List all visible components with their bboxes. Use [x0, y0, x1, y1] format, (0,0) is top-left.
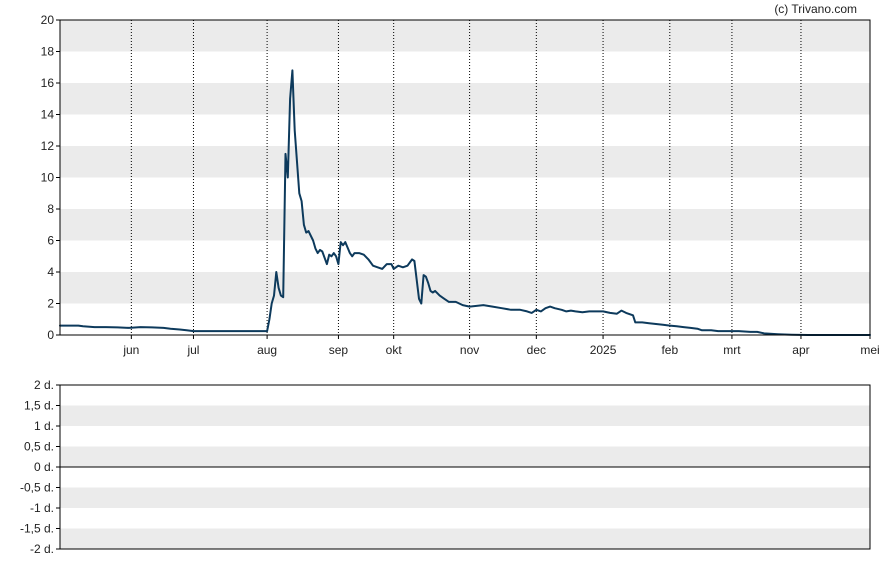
price-band: [60, 83, 870, 115]
y-tick-label: 0 d.: [34, 460, 54, 474]
price-chart-x-axis: jun jul aug sep okt nov dec 2025 feb mrt apr mei: [122, 335, 880, 357]
indicator-chart-y-axis: 2 d. 1,5 d. 1 d. 0,5 d. 0 d. -0,5 d. -1 d. -1,5…: [20, 378, 60, 556]
y-tick-label: 2: [47, 297, 54, 311]
x-tick-label: jul: [186, 343, 199, 357]
y-tick-label: 14: [41, 108, 55, 122]
x-tick-label: dec: [527, 343, 546, 357]
y-tick-label: 8: [47, 202, 54, 216]
x-tick-label: jun: [122, 343, 139, 357]
indicator-band: [60, 446, 870, 467]
price-band: [60, 20, 870, 52]
price-band: [60, 146, 870, 178]
y-tick-label: 1,5 d.: [24, 399, 54, 413]
copyright-text: (c) Trivano.com: [774, 2, 857, 16]
x-tick-label: aug: [257, 343, 277, 357]
y-tick-label: -1 d.: [30, 501, 54, 515]
indicator-band: [60, 487, 870, 508]
y-tick-label: -1,5 d.: [20, 522, 54, 536]
price-band: [60, 209, 870, 241]
x-tick-label: mei: [860, 343, 879, 357]
indicator-chart: 2 d. 1,5 d. 1 d. 0,5 d. 0 d. -0,5 d. -1 d. -1,5…: [20, 378, 871, 556]
x-tick-label: feb: [661, 343, 678, 357]
y-tick-label: 0: [47, 328, 54, 342]
y-tick-label: 6: [47, 234, 54, 248]
y-tick-label: 10: [41, 171, 55, 185]
y-tick-label: -2 d.: [30, 542, 54, 556]
indicator-band: [60, 528, 870, 549]
price-chart-y-axis: 0 2 4 6 8 10 12 14 16 18 20: [41, 13, 60, 342]
x-tick-label: mrt: [723, 343, 741, 357]
indicator-chart-bands: [60, 405, 870, 549]
x-tick-label: okt: [386, 343, 403, 357]
x-tick-label: sep: [329, 343, 349, 357]
price-band: [60, 272, 870, 304]
y-tick-label: -0,5 d.: [20, 481, 54, 495]
y-tick-label: 20: [41, 13, 55, 27]
price-chart-bands: [60, 20, 870, 304]
price-chart: 0 2 4 6 8 10 12 14 16 18 20 jun jul aug sep okt nov dec 2…: [41, 13, 880, 357]
chart: 0 2 4 6 8 10 12 14 16 18 20 jun jul aug sep okt nov dec 2…: [20, 2, 880, 556]
y-tick-label: 12: [41, 139, 55, 153]
y-tick-label: 18: [41, 45, 55, 59]
y-tick-label: 1 d.: [34, 419, 54, 433]
x-tick-label: nov: [460, 343, 479, 357]
x-tick-label: 2025: [590, 343, 617, 357]
y-tick-label: 0,5 d.: [24, 440, 54, 454]
y-tick-label: 2 d.: [34, 378, 54, 392]
y-tick-label: 16: [41, 76, 55, 90]
indicator-band: [60, 405, 870, 426]
x-tick-label: apr: [792, 343, 809, 357]
y-tick-label: 4: [47, 265, 54, 279]
